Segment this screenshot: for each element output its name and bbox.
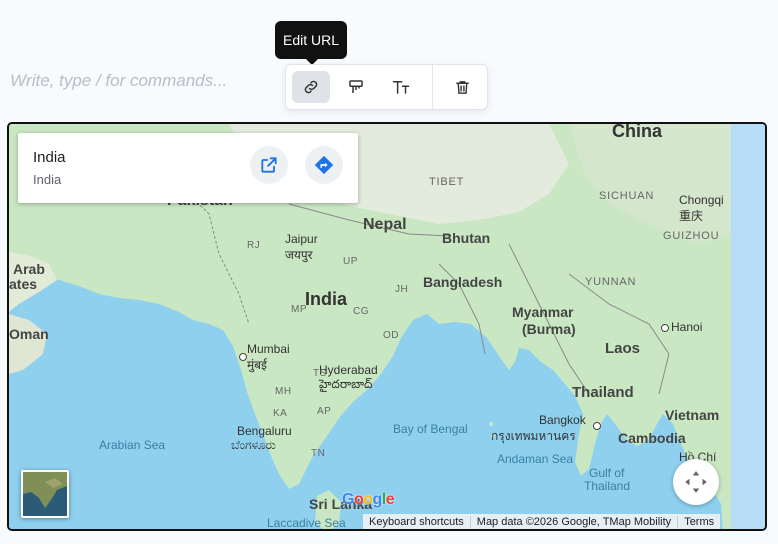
label-cg: CG [353, 306, 369, 317]
label-jaipur: Jaipur [285, 232, 318, 246]
place-subtitle: India [33, 172, 62, 187]
camera-control-button[interactable] [673, 459, 719, 505]
label-ka: KA [273, 408, 288, 419]
label-jh: JH [395, 284, 409, 295]
keyboard-shortcuts-link[interactable]: Keyboard shortcuts [363, 516, 470, 528]
label-arab: Arab [13, 261, 45, 277]
label-cambodia: Cambodia [618, 430, 686, 446]
label-guizhou: GUIZHOU [663, 230, 720, 242]
label-vietnam: Vietnam [665, 407, 720, 423]
label-tn: TN [311, 448, 326, 459]
label-sichuan: SICHUAN [599, 190, 655, 202]
label-ates: ates [9, 276, 38, 292]
label-bengaluru: Bengaluru [237, 424, 292, 438]
label-up: UP [343, 256, 358, 267]
label-hyderabad-local: హైదరాబాద్ [319, 377, 373, 391]
block-toolbar [285, 64, 488, 110]
label-bangkok-local: กรุงเทพมหานคร [491, 429, 576, 443]
label-china: China [612, 122, 663, 141]
directions-icon [314, 155, 334, 175]
satellite-thumbnail-icon [23, 472, 67, 516]
map-data-credit: Map data ©2026 Google, TMap Mobility [476, 515, 672, 528]
move-arrows-icon [685, 471, 707, 493]
terms-link[interactable]: Terms [678, 516, 720, 528]
editor-page: Edit URL Write, type / for commands... C… [0, 0, 778, 544]
map-embed[interactable]: China TIBET SICHUAN Chongqi 重庆 GUIZHOU Y… [7, 122, 767, 531]
label-mh: MH [275, 386, 292, 397]
directions-button[interactable] [305, 146, 343, 184]
edit-url-tooltip: Edit URL [275, 21, 347, 65]
label-jaipur-local: जयपुर [285, 248, 313, 262]
open-external-icon [261, 157, 277, 173]
label-burma: (Burma) [522, 321, 576, 337]
style-icon [349, 80, 363, 93]
delete-button[interactable] [443, 71, 481, 103]
mumbai-marker [239, 353, 247, 361]
label-oman: Oman [9, 326, 49, 342]
label-gulf-thailand: Thailand [584, 479, 631, 493]
label-mp: MP [291, 304, 307, 315]
label-gulf-of: Gulf of [589, 466, 625, 480]
link-icon [304, 80, 318, 94]
label-nepal: Nepal [363, 216, 407, 233]
label-bhutan: Bhutan [442, 230, 491, 246]
label-rj: RJ [247, 240, 261, 251]
label-bangkok: Bangkok [539, 413, 586, 427]
label-ap: AP [317, 406, 332, 417]
label-yunnan: YUNNAN [585, 276, 637, 288]
label-mumbai: Mumbai [247, 342, 290, 356]
bangkok-marker [593, 422, 601, 430]
satellite-view-toggle[interactable] [21, 470, 69, 518]
label-bengaluru-local: ಬೆಂಗಳೂರು [231, 438, 276, 452]
label-myanmar: Myanmar [512, 304, 574, 320]
label-od: OD [383, 330, 399, 341]
edit-url-button[interactable] [292, 71, 330, 103]
open-in-maps-button[interactable] [250, 146, 288, 184]
label-bangladesh: Bangladesh [423, 274, 503, 290]
label-hanoi: Hanoi [671, 320, 703, 334]
toolbar-divider [432, 65, 433, 109]
label-arabian-sea: Arabian Sea [99, 438, 166, 452]
label-bay-of-bengal: Bay of Bengal [393, 422, 468, 436]
label-laos: Laos [605, 340, 641, 357]
place-info-card: India India [18, 133, 358, 203]
label-tibet: TIBET [429, 176, 465, 188]
place-title: India [33, 149, 66, 166]
style-button[interactable] [337, 71, 375, 103]
hanoi-marker [661, 324, 669, 332]
label-chongqing: Chongqi [679, 193, 724, 207]
label-chongqing-local: 重庆 [679, 209, 704, 223]
label-andaman-sea: Andaman Sea [497, 452, 574, 466]
trash-icon [455, 80, 469, 94]
google-logo: Google [342, 491, 395, 508]
label-hyderabad: Hyderabad [319, 363, 378, 377]
label-mumbai-local: मुंबई [247, 358, 267, 372]
map-attribution-bar: Keyboard shortcuts Map data ©2026 Google… [363, 514, 721, 529]
label-india: India [305, 289, 348, 309]
text-size-button[interactable] [382, 71, 420, 103]
label-laccadive-sea: Laccadive Sea [267, 516, 346, 530]
text-size-icon [392, 81, 410, 94]
editor-placeholder[interactable]: Write, type / for commands... [10, 71, 227, 91]
label-ts: TS [313, 368, 327, 379]
label-thailand: Thailand [572, 384, 634, 401]
